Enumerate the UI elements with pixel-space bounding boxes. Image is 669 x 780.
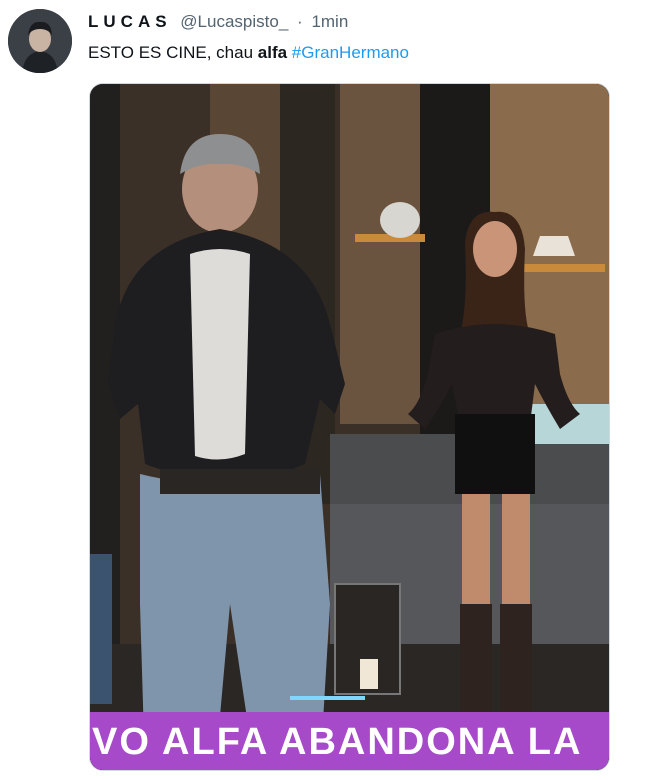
tweet-media[interactable]: VO ALFA ABANDONA LA xyxy=(89,83,610,771)
avatar[interactable] xyxy=(8,9,72,73)
tweet-text: ESTO ES CINE, chau alfa #GranHermano xyxy=(88,43,409,63)
author-name[interactable]: LUCAS xyxy=(88,12,172,31)
tweet-header: LUCAS @Lucaspisto_ · 1min xyxy=(88,12,348,32)
timestamp[interactable]: 1min xyxy=(311,12,348,31)
media-banner-text: VO ALFA ABANDONA LA xyxy=(92,721,583,763)
media-image xyxy=(90,84,609,770)
author-handle[interactable]: @Lucaspisto_ xyxy=(180,12,288,31)
tweet-text-bold: alfa xyxy=(257,43,288,62)
separator: · xyxy=(297,12,303,31)
tweet: LUCAS @Lucaspisto_ · 1min ESTO ES CINE, … xyxy=(0,0,669,780)
tweet-text-part: ESTO ES CINE, chau xyxy=(88,43,258,62)
hashtag-link[interactable]: #GranHermano xyxy=(292,43,409,62)
